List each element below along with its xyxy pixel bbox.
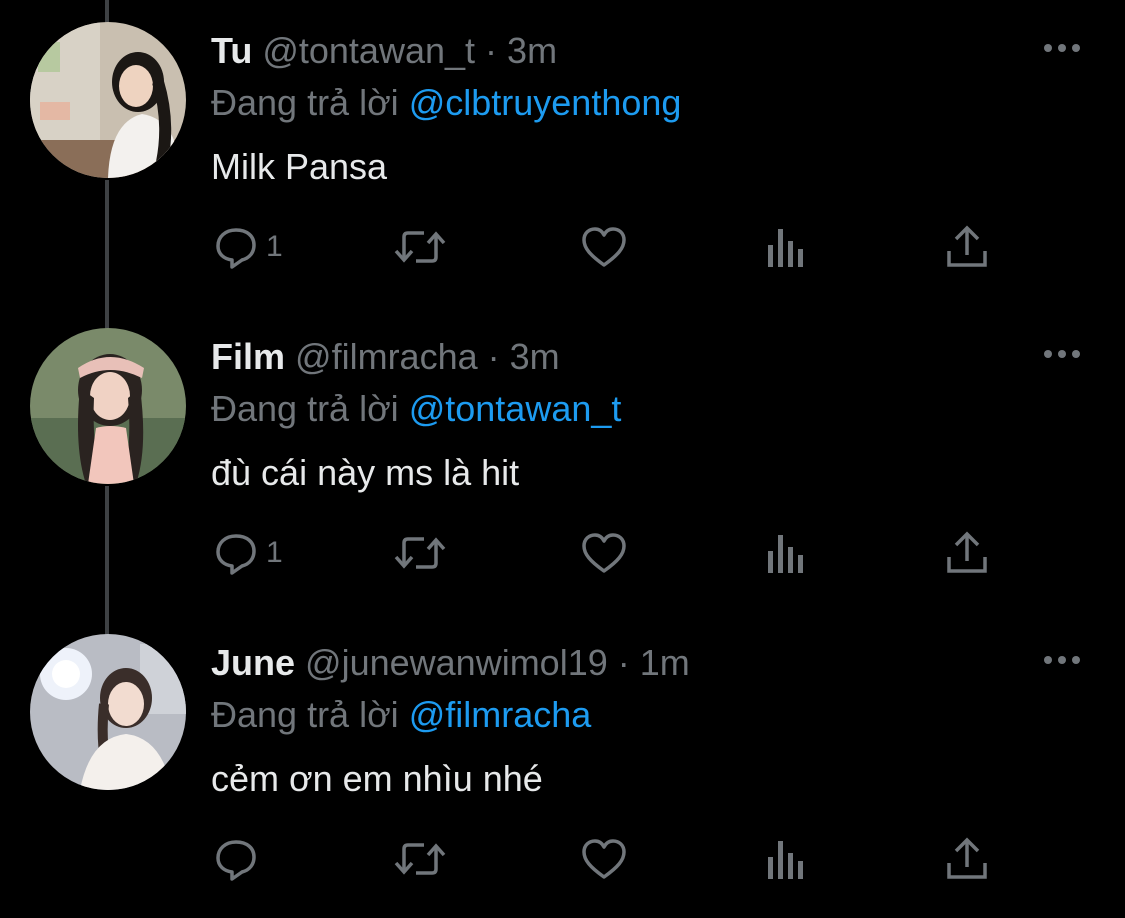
- avatar-image: [30, 634, 186, 790]
- analytics-icon: [764, 835, 808, 883]
- tweet[interactable]: Film @filmracha · 3m Đang trả lời @tonta…: [0, 306, 1125, 612]
- analytics-button[interactable]: [764, 834, 808, 884]
- more-horizontal-icon[interactable]: [1040, 28, 1084, 68]
- reply-button[interactable]: 1: [212, 222, 283, 272]
- reply-count: 1: [266, 230, 283, 263]
- replying-to-label: Đang trả lời: [211, 388, 399, 429]
- separator: ·: [485, 30, 498, 71]
- like-button[interactable]: [580, 834, 628, 884]
- handle[interactable]: @filmracha: [295, 336, 478, 377]
- analytics-button[interactable]: [764, 528, 808, 578]
- share-icon: [944, 223, 990, 271]
- analytics-icon: [764, 529, 808, 577]
- tweet-text: đù cái này ms là hit: [211, 452, 520, 493]
- more-horizontal-icon[interactable]: [1040, 334, 1084, 374]
- retweet-button[interactable]: [390, 834, 450, 884]
- timestamp[interactable]: 1m: [640, 642, 690, 683]
- replying-to: Đang trả lời @filmracha: [211, 694, 591, 736]
- mention-link[interactable]: @clbtruyenthong: [409, 82, 682, 123]
- like-button[interactable]: [580, 528, 628, 578]
- tweet-header: June @junewanwimol19 · 1m: [211, 642, 690, 684]
- tweet-text: Milk Pansa: [211, 146, 388, 187]
- avatar[interactable]: [30, 328, 186, 484]
- retweet-button[interactable]: [390, 222, 450, 272]
- heart-icon: [580, 529, 628, 577]
- share-icon: [944, 529, 990, 577]
- display-name[interactable]: Tu: [211, 30, 252, 71]
- avatar-image: [30, 328, 186, 484]
- reply-count: 1: [266, 536, 283, 569]
- mention-link[interactable]: @tontawan_t: [409, 388, 622, 429]
- avatar-image: [30, 22, 186, 178]
- timestamp[interactable]: 3m: [510, 336, 560, 377]
- tweet-header: Tu @tontawan_t · 3m: [211, 30, 557, 72]
- replying-to: Đang trả lời @clbtruyenthong: [211, 82, 681, 124]
- replying-to: Đang trả lời @tontawan_t: [211, 388, 621, 430]
- separator: ·: [487, 336, 500, 377]
- reply-bubble-icon: [212, 223, 260, 271]
- replying-to-label: Đang trả lời: [211, 694, 399, 735]
- share-icon: [944, 835, 990, 883]
- tweet-text: cẻm ơn em nhìu nhé: [211, 758, 543, 799]
- retweet-icon: [390, 835, 450, 883]
- retweet-icon: [390, 529, 450, 577]
- timestamp[interactable]: 3m: [507, 30, 557, 71]
- reply-bubble-icon: [212, 835, 260, 883]
- analytics-button[interactable]: [764, 222, 808, 272]
- like-button[interactable]: [580, 222, 628, 272]
- mention-link[interactable]: @filmracha: [409, 694, 592, 735]
- separator: ·: [617, 642, 630, 683]
- more-horizontal-icon[interactable]: [1040, 640, 1084, 680]
- share-button[interactable]: [944, 222, 990, 272]
- reply-button[interactable]: [212, 834, 260, 884]
- tweet-header: Film @filmracha · 3m: [211, 336, 560, 378]
- display-name[interactable]: Film: [211, 336, 285, 377]
- tweet[interactable]: June @junewanwimol19 · 1m Đang trả lời @…: [0, 612, 1125, 918]
- heart-icon: [580, 223, 628, 271]
- avatar[interactable]: [30, 22, 186, 178]
- reply-bubble-icon: [212, 529, 260, 577]
- share-button[interactable]: [944, 834, 990, 884]
- avatar[interactable]: [30, 634, 186, 790]
- display-name[interactable]: June: [211, 642, 295, 683]
- tweet[interactable]: Tu @tontawan_t · 3m Đang trả lời @clbtru…: [0, 0, 1125, 306]
- share-button[interactable]: [944, 528, 990, 578]
- analytics-icon: [764, 223, 808, 271]
- reply-button[interactable]: 1: [212, 528, 283, 578]
- handle[interactable]: @junewanwimol19: [305, 642, 608, 683]
- handle[interactable]: @tontawan_t: [262, 30, 475, 71]
- heart-icon: [580, 835, 628, 883]
- retweet-button[interactable]: [390, 528, 450, 578]
- retweet-icon: [390, 223, 450, 271]
- replying-to-label: Đang trả lời: [211, 82, 399, 123]
